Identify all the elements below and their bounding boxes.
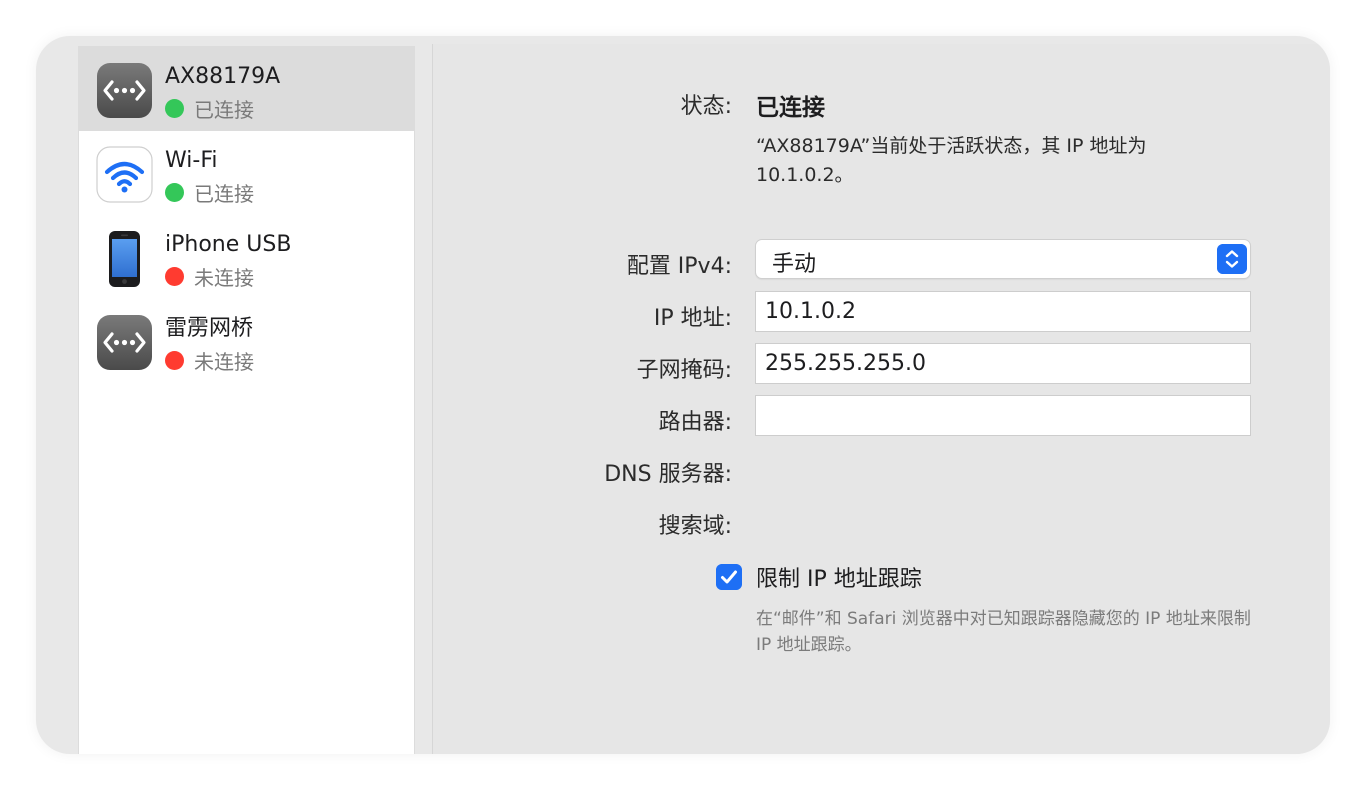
status-dot-icon [165,350,184,370]
service-name: iPhone USB [165,232,292,257]
service-list: AX88179A 已连接 Wi-Fi 已连接 iPhone USB 未连接 雷雳… [78,46,415,754]
limit-ip-tracking-checkbox[interactable] [716,564,742,590]
service-status-text: 未连接 [194,349,254,374]
service-name: AX88179A [165,64,281,89]
service-status-text: 已连接 [194,181,254,206]
service-name: Wi-Fi [165,148,218,173]
service-status-text: 未连接 [194,265,254,290]
ip-address-label: IP 地址: [653,306,732,331]
router-input[interactable] [756,396,1235,435]
search-domains-label: 搜索域: [658,514,732,539]
service-status: 未连接 [165,347,254,374]
service-status: 已连接 [165,95,254,122]
service-name: 雷雳网桥 [165,316,254,341]
ip-address-field[interactable] [755,291,1251,332]
limit-ip-tracking-description: 在“邮件”和 Safari 浏览器中对已知跟踪器隐藏您的 IP 地址来限制 IP… [756,609,1251,655]
configure-ipv4-label: 配置 IPv4: [626,254,732,279]
subnet-mask-label: 子网掩码: [636,358,732,383]
network-preferences-window: AX88179A 已连接 Wi-Fi 已连接 iPhone USB 未连接 雷雳… [36,36,1330,754]
subnet-mask-input[interactable] [756,344,1235,383]
ethernet-icon [97,315,152,370]
detail-pane: 状态: 已连接 “AX88179A”当前处于活跃状态，其 IP 地址为 10.1… [432,44,1330,754]
status-dot-icon [165,182,184,202]
limit-ip-tracking-label[interactable]: 限制 IP 地址跟踪 [756,561,922,593]
status-value: 已连接 [756,95,825,121]
service-status: 已连接 [165,179,254,206]
service-item-wifi[interactable]: Wi-Fi 已连接 [79,131,414,215]
router-label: 路由器: [658,410,732,435]
dns-servers-label: DNS 服务器: [604,462,732,487]
status-dot-icon [165,266,184,286]
updown-chevron-icon [1217,244,1247,274]
configure-ipv4-select[interactable]: 手动 [755,239,1251,279]
service-item-thunderbolt-bridge[interactable]: 雷雳网桥 未连接 [79,299,414,383]
status-label: 状态: [680,94,732,119]
service-item-iphone-usb[interactable]: iPhone USB 未连接 [79,215,414,299]
ethernet-icon [97,63,152,118]
service-item-ax88179a[interactable]: AX88179A 已连接 [79,47,414,131]
router-field[interactable] [755,395,1251,436]
status-dot-icon [165,98,184,118]
wifi-icon [96,146,153,203]
ip-address-input[interactable] [756,292,1235,331]
iphone-icon [109,231,140,287]
subnet-mask-field[interactable] [755,343,1251,384]
service-status: 未连接 [165,263,254,290]
configure-ipv4-value: 手动 [772,252,817,277]
service-status-text: 已连接 [194,97,254,122]
status-description: “AX88179A”当前处于活跃状态，其 IP 地址为 10.1.0.2。 [756,135,1147,186]
